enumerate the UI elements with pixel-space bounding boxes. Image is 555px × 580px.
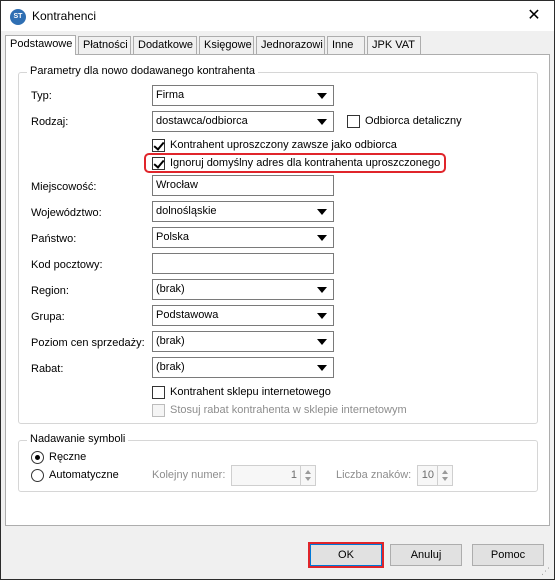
liczba-znakow-stepper: 10 (417, 465, 453, 486)
grupa-value: Podstawowa (156, 309, 219, 321)
chevron-down-icon (317, 313, 327, 319)
region-value: (brak) (156, 283, 185, 295)
chevron-down-icon (317, 287, 327, 293)
sklep-internetowy-checkbox[interactable] (152, 386, 165, 399)
typ-label: Typ: (31, 90, 52, 102)
chevron-down-icon (317, 365, 327, 371)
grupa-label: Grupa: (31, 311, 65, 323)
wojewodztwo-value: dolnośląskie (156, 205, 217, 217)
rabat-label: Rabat: (31, 363, 64, 375)
poziom-cen-value: (brak) (156, 335, 185, 347)
chevron-down-icon (317, 235, 327, 241)
tab-page-podstawowe: Parametry dla nowo dodawanego kontrahent… (5, 54, 550, 526)
ignoruj-adres-checkbox[interactable] (152, 157, 165, 170)
ignoruj-adres-label: Ignoruj domyślny adres dla kontrahenta u… (170, 157, 441, 169)
uproszczony-odbiorca-label: Kontrahent uproszczony zawsze jako odbio… (170, 139, 397, 151)
chevron-down-icon (317, 339, 327, 345)
tab-bar: Podstawowe Płatności Dodatkowe Księgowe … (5, 35, 550, 55)
stosuj-rabat-checkbox (152, 404, 165, 417)
miejscowosc-value: Wrocław (156, 179, 198, 191)
rodzaj-select[interactable]: dostawca/odbiorca (152, 111, 334, 132)
reczne-radio[interactable] (31, 451, 44, 464)
tab-dodatkowe[interactable]: Dodatkowe (133, 36, 197, 54)
spinner-arrows-icon (437, 466, 452, 485)
dialog-window: ST Kontrahenci ✕ Podstawowe Płatności Do… (0, 0, 555, 580)
spinner-arrows-icon (300, 466, 315, 485)
window-title: Kontrahenci (32, 9, 97, 23)
tab-platnosci[interactable]: Płatności (78, 36, 131, 54)
panstwo-value: Polska (156, 231, 190, 243)
liczba-znakow-label: Liczba znaków: (336, 469, 412, 481)
panstwo-select[interactable]: Polska (152, 227, 334, 248)
tab-jpk-vat[interactable]: JPK VAT (367, 36, 421, 54)
kod-pocztowy-label: Kod pocztowy: (31, 259, 103, 271)
stosuj-rabat-label: Stosuj rabat kontrahenta w sklepie inter… (170, 404, 407, 416)
sklep-internetowy-label: Kontrahent sklepu internetowego (170, 386, 331, 398)
miejscowosc-label: Miejscowość: (31, 181, 97, 193)
close-icon[interactable]: ✕ (524, 6, 544, 26)
cancel-button[interactable]: Anuluj (390, 544, 462, 566)
tab-podstawowe[interactable]: Podstawowe (5, 35, 76, 55)
typ-select[interactable]: Firma (152, 85, 334, 106)
rabat-value: (brak) (156, 361, 185, 373)
grupa-select[interactable]: Podstawowa (152, 305, 334, 326)
wojewodztwo-select[interactable]: dolnośląskie (152, 201, 334, 222)
rodzaj-label: Rodzaj: (31, 116, 69, 128)
panstwo-label: Państwo: (31, 233, 77, 245)
tab-ksiegowe[interactable]: Księgowe (199, 36, 254, 54)
tab-inne[interactable]: Inne (327, 36, 365, 54)
symbole-group: Nadawanie symboli Ręczne Automatyczne Ko… (18, 433, 538, 492)
automatyczne-label: Automatyczne (49, 469, 119, 481)
kolejny-numer-label: Kolejny numer: (152, 469, 226, 481)
odbiorca-detaliczny-checkbox[interactable] (347, 115, 360, 128)
help-button[interactable]: Pomoc (472, 544, 544, 566)
rabat-select[interactable]: (brak) (152, 357, 334, 378)
chevron-down-icon (317, 119, 327, 125)
chevron-down-icon (317, 209, 327, 215)
params-group-legend: Parametry dla nowo dodawanego kontrahent… (27, 65, 259, 77)
miejscowosc-input[interactable]: Wrocław (152, 175, 334, 196)
region-select[interactable]: (brak) (152, 279, 334, 300)
typ-value: Firma (156, 89, 185, 101)
tab-jednorazowi[interactable]: Jednorazowi (256, 36, 325, 54)
liczba-znakow-value: 10 (421, 469, 434, 481)
kolejny-numer-stepper: 1 (231, 465, 316, 486)
chevron-down-icon (317, 93, 327, 99)
automatyczne-radio[interactable] (31, 469, 44, 482)
resize-grip-icon[interactable]: ⋰ (541, 566, 551, 576)
symbole-group-legend: Nadawanie symboli (27, 433, 129, 445)
region-label: Region: (31, 285, 69, 297)
odbiorca-detaliczny-label: Odbiorca detaliczny (365, 115, 462, 127)
app-logo-icon: ST (10, 9, 26, 25)
params-group: Parametry dla nowo dodawanego kontrahent… (18, 65, 538, 424)
kod-pocztowy-input[interactable] (152, 253, 334, 274)
ok-button[interactable]: OK (310, 544, 382, 566)
poziom-cen-select[interactable]: (brak) (152, 331, 334, 352)
wojewodztwo-label: Województwo: (31, 207, 102, 219)
title-bar[interactable]: ST Kontrahenci ✕ (1, 1, 554, 31)
uproszczony-odbiorca-checkbox[interactable] (152, 139, 165, 152)
rodzaj-value: dostawca/odbiorca (156, 115, 248, 127)
reczne-label: Ręczne (49, 451, 87, 463)
poziom-cen-label: Poziom cen sprzedaży: (31, 337, 145, 349)
kolejny-numer-value: 1 (290, 469, 297, 481)
